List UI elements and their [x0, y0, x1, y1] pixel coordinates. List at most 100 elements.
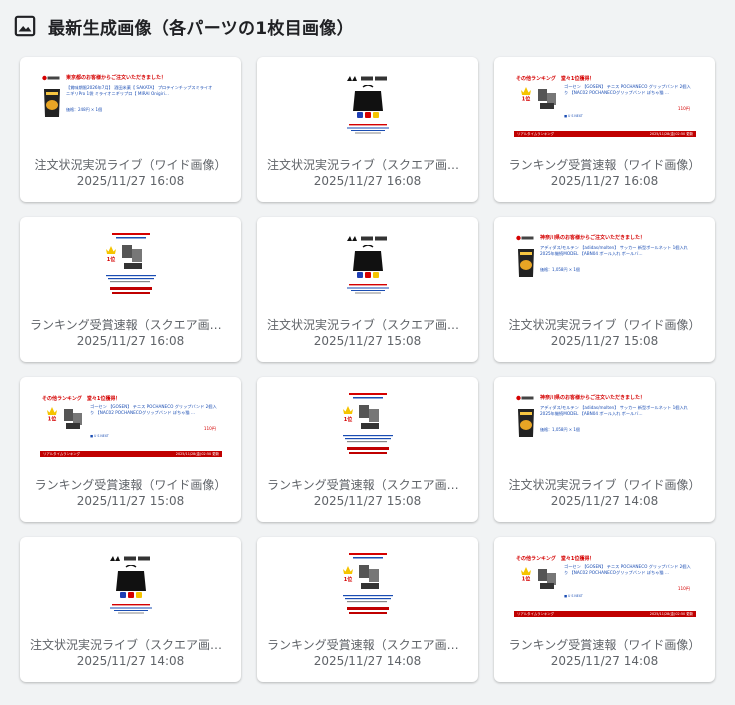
generated-image-card[interactable]: 1位 ランキング受賞速報（スクエア画像） 2025/11/27 14:08 [257, 537, 478, 682]
card-title: 注文状況実況ライブ（ワイド画像） [508, 478, 701, 492]
thumbnail-area[interactable]: 東京都のお客様からご注文いただきました！ 【賞味期限2026年7月】 酒田米菓【… [20, 57, 241, 152]
thumb-price: 価格：1,058円 × 1個 [540, 267, 580, 272]
product-image [44, 89, 60, 117]
thumb-shop: ■ U S NEXT [90, 434, 109, 438]
card-date: 2025/11/27 16:08 [76, 174, 185, 188]
thumb-text-lines [347, 124, 389, 134]
shop-logo-icon [347, 76, 387, 81]
thumbnail-area[interactable]: その他ランキング 堂々1位獲得！ 1位 ゴーセン 【GOSEN】 テニス POC… [20, 377, 241, 472]
generated-image-card[interactable]: その他ランキング 堂々1位獲得！ 1位 ゴーセン 【GOSEN】 テニス POC… [494, 57, 715, 202]
card-title: ランキング受賞速報（ワイド画像） [508, 158, 701, 172]
card-date: 2025/11/27 16:08 [550, 174, 659, 188]
section-header: 最新生成画像（各パーツの1枚目画像） [14, 12, 354, 40]
bar-left-label: リアルタイムランキング [43, 452, 80, 456]
thumbnail-ranking-wide: その他ランキング 堂々1位獲得！ 1位 ゴーセン 【GOSEN】 テニス POC… [40, 391, 222, 471]
thumb-ranking-bar: リアルタイムランキング 2025/11/28(金)02:50 更新 [514, 611, 696, 617]
generated-image-card[interactable]: 神奈川県のお客様からご注文いただきました！ アディダス/モルテン 【adidas… [494, 217, 715, 362]
crown-icon: 1位 [521, 87, 531, 101]
generated-images-grid: 東京都のお客様からご注文いただきました！ 【賞味期限2026年7月】 酒田米菓【… [20, 57, 715, 682]
image-icon [14, 15, 36, 37]
thumb-price: 110円 [203, 426, 216, 431]
bar-left-label: リアルタイムランキング [517, 132, 554, 136]
shop-logo-icon [42, 75, 60, 81]
thumb-description: ゴーセン 【GOSEN】 テニス POCHANECO グリップバンド 2個入り … [90, 404, 217, 415]
product-image [64, 409, 82, 429]
card-date: 2025/11/27 14:08 [550, 654, 659, 668]
card-date: 2025/11/27 14:08 [313, 654, 422, 668]
thumb-ranking-bar: リアルタイムランキング 2025/11/28(金)02:50 更新 [40, 451, 222, 457]
thumbnail-area[interactable]: 1位 [257, 537, 478, 632]
generated-image-card[interactable]: その他ランキング 堂々1位獲得！ 1位 ゴーセン 【GOSEN】 テニス POC… [494, 537, 715, 682]
thumb-description: ゴーセン 【GOSEN】 テニス POCHANECO グリップバンド 2個入り … [564, 564, 691, 575]
card-title: ランキング受賞速報（ワイド画像） [34, 478, 227, 492]
card-date: 2025/11/27 15:08 [76, 494, 185, 508]
thumb-shop: ■ U S NEXT [564, 594, 583, 598]
bar-right-label: 2025/11/28(金)02:50 更新 [649, 612, 693, 616]
thumbnail-area[interactable]: その他ランキング 堂々1位獲得！ 1位 ゴーセン 【GOSEN】 テニス POC… [494, 537, 715, 632]
thumb-heading: 神奈川県のお客様からご注文いただきました！ [540, 395, 646, 401]
generated-image-card[interactable]: 東京都のお客様からご注文いただきました！ 【賞味期限2026年7月】 酒田米菓【… [20, 57, 241, 202]
card-title: 注文状況実況ライブ（スクエア画像） [30, 638, 231, 652]
thumbnail-ranking-wide: その他ランキング 堂々1位獲得！ 1位 ゴーセン 【GOSEN】 テニス POC… [514, 551, 696, 631]
rank-label: 1位 [48, 416, 56, 422]
thumb-price: 110円 [677, 586, 690, 591]
card-date: 2025/11/27 16:08 [313, 174, 422, 188]
thumbnail-area[interactable] [20, 537, 241, 632]
card-title: 注文状況実況ライブ（ワイド画像） [34, 158, 227, 172]
thumbnail-area[interactable]: その他ランキング 堂々1位獲得！ 1位 ゴーセン 【GOSEN】 テニス POC… [494, 57, 715, 152]
product-image [538, 89, 556, 109]
thumbnail-area[interactable]: 1位 [257, 377, 478, 472]
card-date: 2025/11/27 15:08 [313, 494, 422, 508]
generated-image-card[interactable]: 注文状況実況ライブ（スクエア画像） 2025/11/27 15:08 [257, 217, 478, 362]
thumb-description: アディダス/モルテン 【adidas/molten】 サッカー 新型ボールネット… [540, 405, 688, 416]
bar-left-label: リアルタイムランキング [517, 612, 554, 616]
product-image [353, 85, 383, 118]
generated-image-card[interactable]: その他ランキング 堂々1位獲得！ 1位 ゴーセン 【GOSEN】 テニス POC… [20, 377, 241, 522]
thumb-price: 110円 [677, 106, 690, 111]
generated-image-card[interactable]: 注文状況実況ライブ（スクエア画像） 2025/11/27 16:08 [257, 57, 478, 202]
thumbnail-ranking-square: 1位 [339, 551, 397, 629]
section-title: 最新生成画像（各パーツの1枚目画像） [48, 18, 354, 39]
generated-image-card[interactable]: 注文状況実況ライブ（スクエア画像） 2025/11/27 14:08 [20, 537, 241, 682]
thumbnail-area[interactable]: 神奈川県のお客様からご注文いただきました！ アディダス/モルテン 【adidas… [494, 217, 715, 312]
thumb-heading: 東京都のお客様からご注文いただきました！ [66, 75, 167, 81]
thumbnail-ranking-square: 1位 [339, 391, 397, 469]
shop-logo-icon [516, 395, 534, 401]
card-title: ランキング受賞速報（スクエア画像） [267, 638, 468, 652]
bar-right-label: 2025/11/28(金)02:50 更新 [649, 132, 693, 136]
shop-logo-icon [516, 235, 534, 241]
thumb-heading: 神奈川県のお客様からご注文いただきました！ [540, 235, 646, 241]
thumb-price: 価格：1,058円 × 1個 [540, 427, 580, 432]
thumbnail-area[interactable] [257, 57, 478, 152]
card-title: ランキング受賞速報（スクエア画像） [30, 318, 231, 332]
thumbnail-order-square [102, 551, 160, 629]
generated-image-card[interactable]: 1位 ランキング受賞速報（スクエア画像） 2025/11/27 15:08 [257, 377, 478, 522]
crown-icon: 1位 [521, 567, 531, 581]
thumb-description: アディダス/モルテン 【adidas/molten】 サッカー 新型ボールネット… [540, 245, 688, 256]
generated-image-card[interactable]: 1位 ランキング受賞速報（スクエア画像） 2025/11/27 16:08 [20, 217, 241, 362]
thumbnail-area[interactable]: 1位 [20, 217, 241, 312]
thumbnail-order-square [339, 71, 397, 149]
card-title: 注文状況実況ライブ（ワイド画像） [508, 318, 701, 332]
thumbnail-area[interactable]: 神奈川県のお客様からご注文いただきました！ アディダス/モルテン 【adidas… [494, 377, 715, 472]
thumb-price: 価格：248円 × 1個 [66, 107, 103, 112]
shop-logo-icon [347, 236, 387, 241]
rank-label: 1位 [344, 416, 352, 423]
thumb-description: ゴーセン 【GOSEN】 テニス POCHANECO グリップバンド 2個入り … [564, 84, 691, 95]
card-title: ランキング受賞速報（スクエア画像） [267, 478, 468, 492]
thumbnail-area[interactable] [257, 217, 478, 312]
card-date: 2025/11/27 15:08 [550, 334, 659, 348]
product-image [518, 409, 534, 437]
product-image [518, 249, 534, 277]
thumbnail-ranking-wide: その他ランキング 堂々1位獲得！ 1位 ゴーセン 【GOSEN】 テニス POC… [514, 71, 696, 151]
thumbnail-order-wide: 神奈川県のお客様からご注文いただきました！ アディダス/モルテン 【adidas… [514, 391, 696, 471]
product-image [116, 565, 146, 598]
card-date: 2025/11/27 15:08 [313, 334, 422, 348]
card-date: 2025/11/27 14:08 [76, 654, 185, 668]
thumb-heading: その他ランキング 堂々1位獲得！ [516, 556, 595, 562]
card-title: 注文状況実況ライブ（スクエア画像） [267, 318, 468, 332]
ranking-square-art: 1位 [343, 553, 393, 614]
shop-logo-icon [110, 556, 150, 561]
generated-image-card[interactable]: 神奈川県のお客様からご注文いただきました！ アディダス/モルテン 【adidas… [494, 377, 715, 522]
thumb-description: 【賞味期限2026年7月】 酒田米菓【 SAKATA】 プロテインチップスミライ… [66, 85, 213, 96]
